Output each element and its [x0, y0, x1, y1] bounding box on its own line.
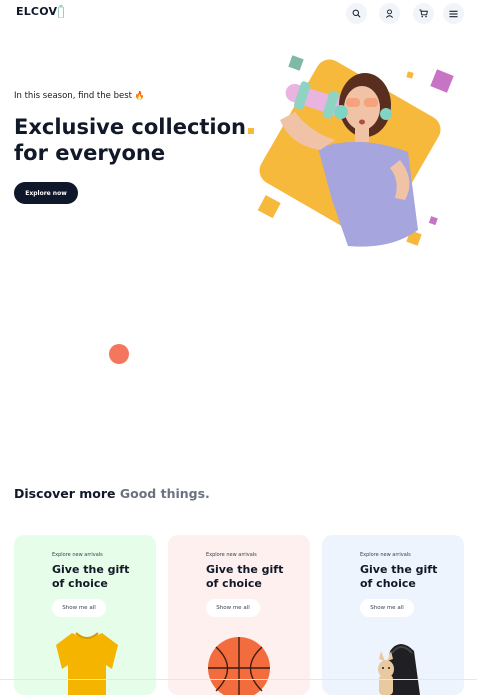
deco-small-yellow — [406, 71, 414, 79]
cart-button[interactable] — [413, 3, 434, 24]
deco-pink-square — [430, 69, 454, 93]
card-title-line1: Give the gift — [206, 563, 284, 576]
account-button[interactable] — [379, 3, 400, 24]
card-title-line2: of choice — [360, 577, 416, 590]
deco-tiny-yellow — [248, 128, 254, 134]
logo-bottle-icon — [58, 5, 64, 18]
brand-logo[interactable]: ELCOV — [16, 5, 57, 18]
hero-headline: Exclusive collection for everyone — [14, 114, 246, 166]
card-eyebrow: Explore new arrivals — [206, 552, 257, 558]
show-me-all-button[interactable]: Show me all — [52, 599, 106, 617]
user-icon — [386, 9, 393, 18]
card-title: Give the gift of choice — [360, 563, 437, 591]
basketball-image — [208, 637, 270, 695]
discover-lead: Discover more — [14, 486, 116, 501]
card-eyebrow: Explore new arrivals — [360, 552, 411, 558]
deco-pink-tiny — [428, 216, 438, 226]
show-me-all-button[interactable]: Show me all — [206, 599, 260, 617]
card-title: Give the gift of choice — [206, 563, 283, 591]
hero-headline-line1: Exclusive collection — [14, 115, 247, 139]
card-title-line2: of choice — [206, 577, 262, 590]
search-icon — [352, 9, 361, 18]
card-title-line1: Give the gift — [360, 563, 438, 576]
discover-accent: Good things. — [119, 486, 210, 501]
hero-illustration — [248, 55, 454, 247]
hero-tagline: In this season, find the best 🔥 — [14, 91, 145, 101]
page-bottom-divider — [0, 679, 477, 680]
show-me-all-button[interactable]: Show me all — [360, 599, 414, 617]
card-title-line1: Give the gift — [52, 563, 130, 576]
promo-card-2[interactable]: Explore new arrivals Give the gift of ch… — [168, 535, 310, 695]
explore-now-button[interactable]: Explore now — [14, 182, 78, 204]
card-title: Give the gift of choice — [52, 563, 129, 591]
decorative-coral-dot — [109, 344, 129, 364]
menu-icon — [449, 10, 458, 17]
deco-yellow-square — [257, 195, 281, 219]
hero-tagline-text: In this season, find the best — [14, 91, 132, 101]
discover-heading: Discover more Good things. — [14, 486, 210, 501]
menu-button[interactable] — [443, 3, 464, 24]
promo-card-3[interactable]: Explore new arrivals Give the gift of ch… — [322, 535, 464, 695]
dog-in-bag-image — [378, 644, 420, 695]
search-button[interactable] — [346, 3, 367, 24]
card-eyebrow: Explore new arrivals — [52, 552, 103, 558]
deco-teal-square — [288, 55, 304, 71]
card-title-line2: of choice — [52, 577, 108, 590]
yellow-sweater-image — [56, 632, 118, 695]
cart-icon — [419, 9, 428, 18]
hero-headline-line2: for everyone — [14, 141, 166, 165]
fire-icon: 🔥 — [134, 91, 145, 100]
promo-card-1[interactable]: Explore new arrivals Give the gift of ch… — [14, 535, 156, 695]
